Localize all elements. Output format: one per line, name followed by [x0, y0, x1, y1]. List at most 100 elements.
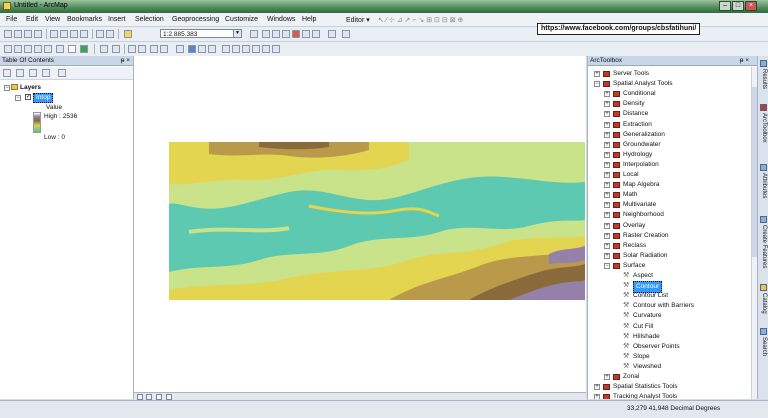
menu-selection[interactable]: Selection: [135, 16, 164, 23]
find-icon[interactable]: [222, 45, 230, 53]
map-scale-input[interactable]: 1:2.885.383 ▼: [160, 29, 242, 38]
layer-name[interactable]: Intop: [33, 93, 54, 103]
save-icon[interactable]: [24, 30, 32, 38]
maximize-button[interactable]: □: [732, 1, 744, 11]
back-extent-icon[interactable]: [128, 45, 136, 53]
menu-help[interactable]: Help: [302, 16, 316, 23]
print-icon[interactable]: [34, 30, 42, 38]
table-of-contents-icon[interactable]: [262, 30, 270, 38]
expand-icon[interactable]: +: [604, 374, 610, 380]
expand-icon[interactable]: +: [604, 91, 610, 98]
measure-icon[interactable]: [252, 45, 260, 53]
tab-results[interactable]: Results: [759, 60, 768, 89]
layer-tools-icon[interactable]: [112, 45, 120, 53]
list-by-selection-icon[interactable]: [42, 69, 50, 77]
arctoolbox-pin-close-icons[interactable]: ᵽ ×: [740, 56, 749, 66]
editor-toolbar-icon[interactable]: [250, 30, 258, 38]
collapse-layer-icon[interactable]: −: [15, 95, 21, 101]
expand-icon[interactable]: +: [604, 222, 610, 229]
expand-icon[interactable]: +: [604, 212, 610, 219]
menu-customize[interactable]: Customize: [225, 16, 258, 23]
cut-icon[interactable]: [50, 30, 58, 38]
layer-visibility-checkbox[interactable]: ✓: [25, 94, 31, 100]
expand-icon[interactable]: +: [604, 232, 610, 239]
fixed-zoom-in-icon[interactable]: [24, 45, 32, 53]
help-icon[interactable]: [342, 30, 350, 38]
python-window-icon[interactable]: [302, 30, 310, 38]
route-icon[interactable]: [232, 45, 240, 53]
list-by-visibility-icon[interactable]: [29, 69, 37, 77]
list-by-drawing-order-icon[interactable]: [3, 69, 11, 77]
expand-icon[interactable]: +: [604, 161, 610, 168]
expand-icon[interactable]: +: [594, 384, 600, 391]
menu-windows[interactable]: Windows: [267, 16, 295, 23]
identify-icon[interactable]: [188, 45, 196, 53]
zoom-in-icon[interactable]: [4, 45, 12, 53]
layout-view-icon[interactable]: [328, 30, 336, 38]
model-builder-icon[interactable]: [312, 30, 320, 38]
undo-icon[interactable]: [96, 30, 104, 38]
chevron-down-icon[interactable]: ▼: [233, 30, 241, 37]
tab-attributes[interactable]: Attributes: [759, 164, 768, 198]
elevation-raster-map[interactable]: [169, 142, 585, 300]
html-popup-icon[interactable]: [198, 45, 206, 53]
close-button[interactable]: ×: [745, 1, 757, 11]
map-display[interactable]: [134, 56, 586, 392]
expand-icon[interactable]: +: [594, 71, 600, 77]
zoom-to-layer-icon[interactable]: [100, 45, 108, 53]
viewer-icon[interactable]: [272, 45, 280, 53]
magnifier-icon[interactable]: [44, 45, 52, 53]
open-icon[interactable]: [14, 30, 22, 38]
zoom-icon[interactable]: [56, 45, 64, 53]
redo-icon[interactable]: [106, 30, 114, 38]
forward-extent-icon[interactable]: [138, 45, 146, 53]
copy-icon[interactable]: [60, 30, 68, 38]
paste-icon[interactable]: [70, 30, 78, 38]
list-by-source-icon[interactable]: [16, 69, 24, 77]
collapse-icon[interactable]: −: [594, 81, 600, 88]
expand-icon[interactable]: +: [604, 182, 610, 189]
menu-geoprocessing[interactable]: Geoprocessing: [172, 16, 219, 23]
expand-icon[interactable]: +: [594, 394, 600, 399]
expand-icon[interactable]: +: [604, 141, 610, 148]
tab-search[interactable]: Search: [759, 328, 768, 356]
full-extent-icon[interactable]: [80, 45, 88, 53]
select-elements-icon[interactable]: [176, 45, 184, 53]
collapse-layers-icon[interactable]: −: [4, 85, 10, 91]
expand-icon[interactable]: +: [604, 242, 610, 249]
minimize-button[interactable]: –: [719, 1, 731, 11]
expand-icon[interactable]: +: [604, 192, 610, 199]
tab-create-features[interactable]: Create Features: [759, 216, 768, 268]
expand-icon[interactable]: +: [604, 172, 610, 178]
expand-icon[interactable]: +: [604, 121, 610, 128]
tab-arctoolbox[interactable]: ArcToolbox: [759, 104, 768, 143]
layers-label[interactable]: Layers: [20, 84, 41, 91]
time-slider-icon[interactable]: [262, 45, 270, 53]
menu-file[interactable]: File: [6, 16, 17, 23]
new-icon[interactable]: [4, 30, 12, 38]
options-icon[interactable]: [58, 69, 66, 77]
expand-icon[interactable]: +: [604, 202, 610, 209]
search-window-icon[interactable]: [282, 30, 290, 38]
menu-bookmarks[interactable]: Bookmarks: [67, 16, 102, 23]
add-data-icon[interactable]: [124, 30, 132, 38]
menu-edit[interactable]: Edit: [26, 16, 38, 23]
expand-icon[interactable]: +: [604, 111, 610, 118]
tab-catalog[interactable]: Catalog: [759, 284, 768, 314]
expand-icon[interactable]: +: [604, 151, 610, 158]
clear-selection-icon[interactable]: [160, 45, 168, 53]
delete-icon[interactable]: [80, 30, 88, 38]
expand-icon[interactable]: +: [604, 252, 610, 259]
fixed-zoom-out-icon[interactable]: [34, 45, 42, 53]
collapse-icon[interactable]: −: [604, 262, 610, 269]
menu-insert[interactable]: Insert: [108, 16, 126, 23]
editor-menu[interactable]: Editor ▾: [346, 16, 370, 24]
zoom-out-icon[interactable]: [14, 45, 22, 53]
menu-view[interactable]: View: [45, 16, 60, 23]
go-to-xy-icon[interactable]: [242, 45, 250, 53]
expand-icon[interactable]: +: [604, 101, 610, 108]
select-features-icon[interactable]: [150, 45, 158, 53]
arctoolbox-icon[interactable]: [292, 30, 300, 38]
pan-icon[interactable]: [68, 45, 76, 53]
hyperlink-icon[interactable]: [208, 45, 216, 53]
